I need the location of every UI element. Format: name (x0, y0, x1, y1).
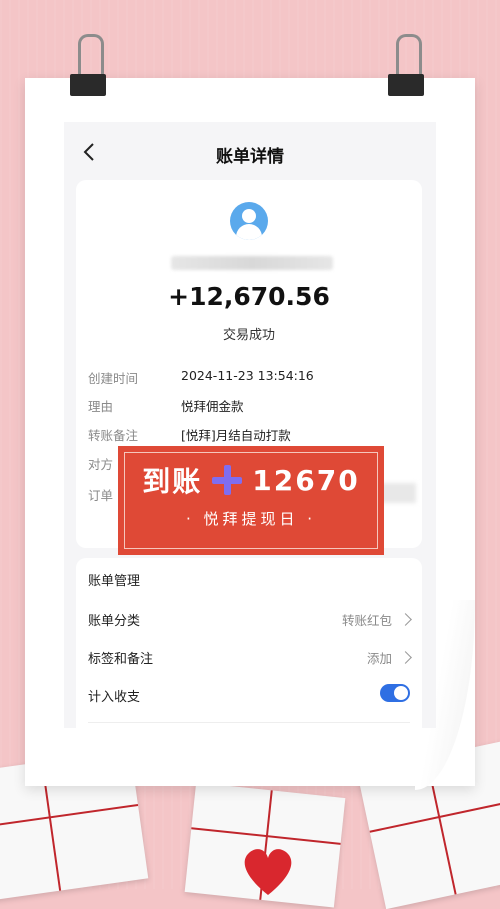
banner-left-text: 到账 (142, 465, 203, 498)
tags-value[interactable]: 添加 (367, 648, 392, 667)
banner-headline: 到账 12670 (118, 460, 384, 500)
transaction-amount: +12,670.56 (168, 282, 330, 311)
binder-clip-icon (388, 34, 424, 98)
detail-label: 创建时间 (88, 371, 139, 386)
detail-label: 理由 (88, 399, 114, 414)
banner-subtitle: · 悦拜提现日 · (185, 510, 317, 528)
category-value[interactable]: 转账红包 (342, 610, 392, 629)
bill-detail-screen: 账单详情 +12,670.56 交易成功 创建时间 2024-11-23 13:… (64, 122, 436, 728)
binder-clip-icon (70, 34, 106, 98)
detail-label: 对方 (88, 457, 114, 472)
blurred-recipient-name (171, 256, 333, 270)
transaction-status: 交易成功 (222, 328, 275, 343)
heart-icon (244, 849, 292, 895)
income-toggle[interactable] (380, 684, 410, 702)
income-row-label: 计入收支 (88, 690, 141, 705)
chevron-right-icon[interactable] (399, 613, 412, 626)
page-title: 账单详情 (216, 147, 284, 167)
detail-value: 2024-11-23 13:54:16 (181, 368, 314, 383)
category-row[interactable]: 账单分类 (88, 610, 140, 629)
divider (88, 722, 410, 723)
plus-icon (210, 463, 244, 497)
avatar-icon (230, 202, 268, 240)
bill-management-card: 账单管理 账单分类 转账红包 标签和备注 添加 计入收支 (76, 558, 422, 728)
section-title: 账单管理 (88, 574, 141, 589)
detail-label: 转账备注 (88, 428, 139, 443)
detail-value: 悦拜佣金款 (181, 399, 244, 414)
promo-banner: 到账 12670 · 悦拜提现日 · (118, 446, 384, 555)
nav-bar: 账单详情 (64, 122, 436, 182)
tags-row[interactable]: 标签和备注 (88, 648, 153, 667)
detail-value: [悦拜]月结自动打款 (181, 428, 291, 443)
chevron-right-icon[interactable] (399, 651, 412, 664)
detail-label: 订单 (88, 488, 114, 503)
banner-amount: 12670 (252, 463, 360, 497)
